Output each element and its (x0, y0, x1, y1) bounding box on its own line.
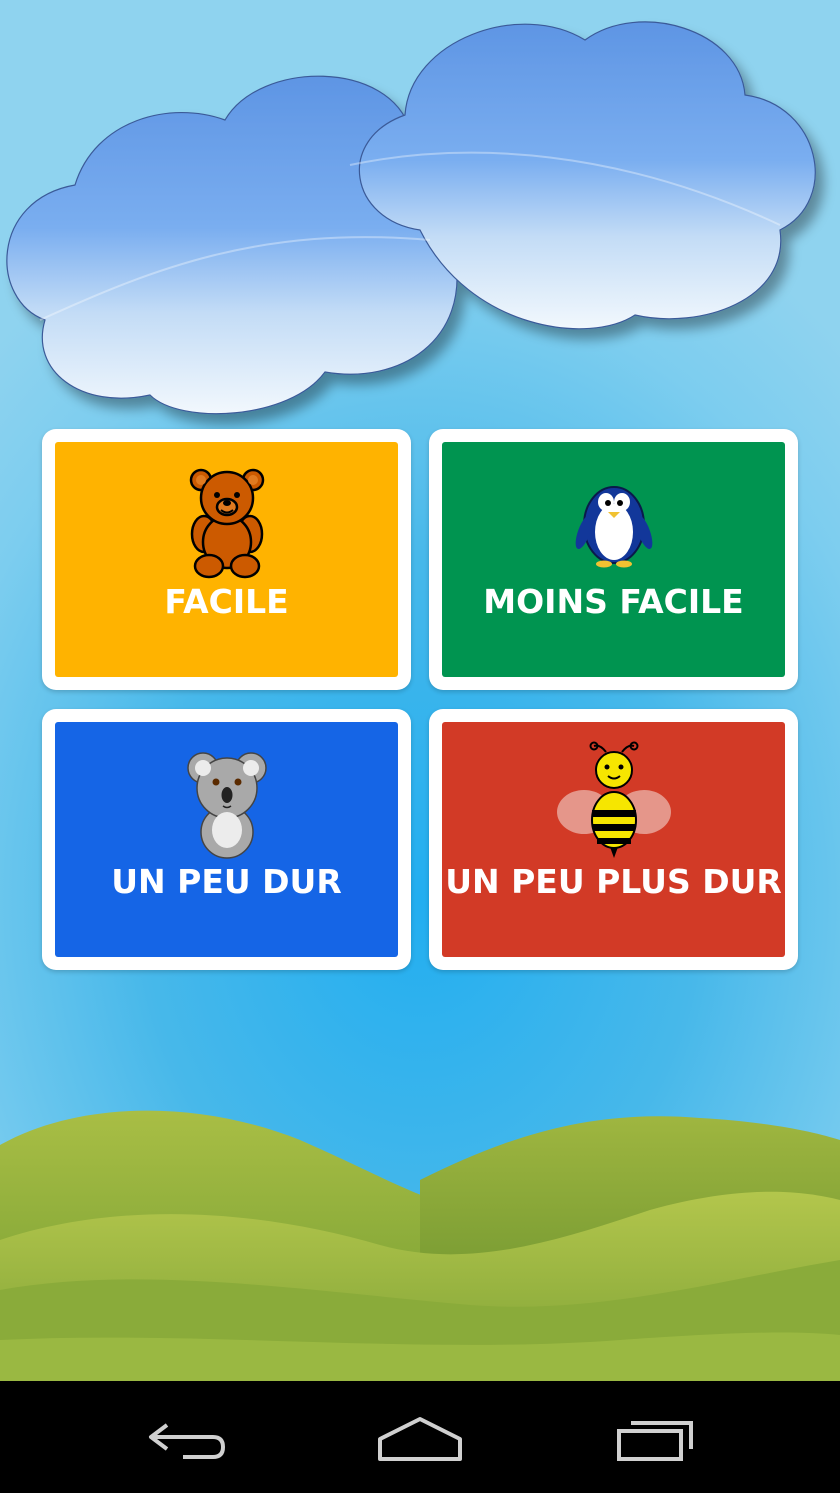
koala-icon (186, 752, 267, 859)
back-button[interactable] (135, 1411, 235, 1467)
level-tile-facile: FACILE (55, 442, 398, 677)
clouds-decoration (6, 21, 816, 415)
level-selection-grid: FACILE MOINS FACILE UN PEU DUR UN PEU PL… (42, 429, 798, 971)
system-navigation-bar (0, 1381, 840, 1493)
penguin-icon (575, 486, 652, 568)
level-label: FACILE (164, 582, 289, 621)
back-arrow-icon (149, 1423, 226, 1459)
hills-decoration (0, 1110, 840, 1381)
recent-apps-button[interactable] (605, 1411, 705, 1467)
home-icon (378, 1417, 462, 1461)
level-button-un-peu-dur[interactable]: UN PEU DUR (42, 709, 411, 970)
level-tile-un-peu-plus-dur: UN PEU PLUS DUR (442, 722, 785, 957)
level-label: UN PEU DUR (111, 862, 342, 901)
teddy-bear-icon (189, 468, 264, 579)
level-button-un-peu-plus-dur[interactable]: UN PEU PLUS DUR (429, 709, 798, 970)
level-button-moins-facile[interactable]: MOINS FACILE (429, 429, 798, 690)
level-label: UN PEU PLUS DUR (445, 862, 782, 901)
game-screen: FACILE MOINS FACILE UN PEU DUR UN PEU PL… (0, 0, 840, 1381)
home-button[interactable] (370, 1411, 470, 1467)
recent-apps-icon (617, 1421, 693, 1461)
bee-icon (556, 741, 671, 858)
level-button-facile[interactable]: FACILE (42, 429, 411, 690)
level-tile-moins-facile: MOINS FACILE (442, 442, 785, 677)
level-tile-un-peu-dur: UN PEU DUR (55, 722, 398, 957)
level-label: MOINS FACILE (483, 582, 744, 621)
